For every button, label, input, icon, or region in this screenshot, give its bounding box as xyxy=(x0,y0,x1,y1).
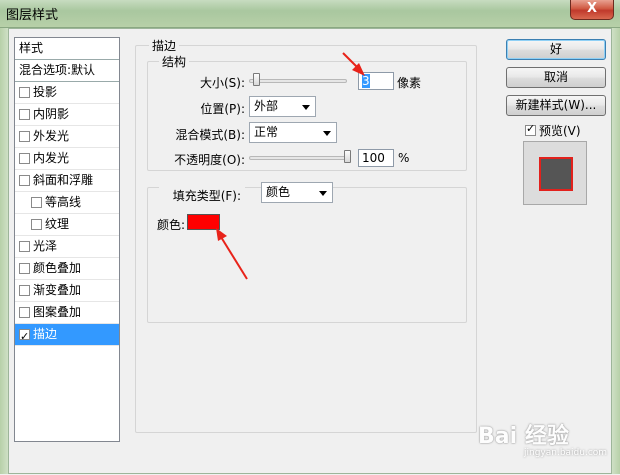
opacity-input[interactable]: 100 xyxy=(358,149,394,167)
style-item-label: 内发光 xyxy=(33,151,70,165)
size-slider-track[interactable] xyxy=(249,79,347,83)
fill-type-value: 颜色 xyxy=(266,185,291,199)
style-item[interactable]: 图案叠加 xyxy=(15,302,119,324)
style-item-label: 等高线 xyxy=(45,195,82,209)
style-item[interactable]: 纹理 xyxy=(15,214,119,236)
cancel-button[interactable]: 取消 xyxy=(506,67,606,88)
style-items: 投影内阴影外发光内发光斜面和浮雕等高线纹理光泽颜色叠加渐变叠加图案叠加描边 xyxy=(15,82,119,347)
style-item-label: 描边 xyxy=(33,327,58,341)
color-label: 颜色: xyxy=(157,218,186,232)
dialog-body: 样式 混合选项:默认 投影内阴影外发光内发光斜面和浮雕等高线纹理光泽颜色叠加渐变… xyxy=(8,28,612,474)
structure-group-title: 结构 xyxy=(159,53,190,70)
blend-mode-value: 正常 xyxy=(254,125,279,139)
style-item-checkbox[interactable] xyxy=(19,87,30,98)
blend-mode-select[interactable]: 正常 xyxy=(249,122,337,143)
close-button[interactable]: X xyxy=(570,0,614,20)
chevron-down-icon xyxy=(302,105,310,110)
style-item[interactable]: 颜色叠加 xyxy=(15,258,119,280)
style-item-label: 渐变叠加 xyxy=(33,283,82,297)
style-item-label: 颜色叠加 xyxy=(33,261,82,275)
style-item-checkbox[interactable] xyxy=(19,109,30,120)
opacity-value: 100 xyxy=(362,151,385,165)
fill-type-label: 填充类型(F): xyxy=(159,187,245,204)
style-item-checkbox[interactable] xyxy=(19,241,30,252)
style-item-checkbox[interactable] xyxy=(31,219,42,230)
window-title: 图层样式 xyxy=(6,8,59,23)
style-item-label: 斜面和浮雕 xyxy=(33,173,94,187)
new-style-button[interactable]: 新建样式(W)... xyxy=(506,95,606,116)
styles-header[interactable]: 样式 xyxy=(15,38,119,60)
style-item-checkbox[interactable] xyxy=(19,153,30,164)
style-item[interactable]: 渐变叠加 xyxy=(15,280,119,302)
style-item-checkbox[interactable] xyxy=(19,285,30,296)
opacity-slider-track[interactable] xyxy=(249,156,347,160)
preview-thumbnail xyxy=(523,141,587,205)
blend-options-default[interactable]: 混合选项:默认 xyxy=(15,60,119,82)
window-frame-left xyxy=(0,28,8,474)
style-item-label: 外发光 xyxy=(33,129,70,143)
style-item-label: 图案叠加 xyxy=(33,305,82,319)
stroke-color-swatch[interactable] xyxy=(187,214,220,230)
size-slider-thumb[interactable] xyxy=(253,73,260,86)
window-frame-right xyxy=(612,28,620,474)
style-item-label: 纹理 xyxy=(45,217,70,231)
position-label: 位置(P): xyxy=(200,102,245,116)
position-value: 外部 xyxy=(254,99,279,113)
opacity-label: 不透明度(O): xyxy=(174,153,245,167)
style-item[interactable]: 投影 xyxy=(15,82,119,104)
style-item[interactable]: 光泽 xyxy=(15,236,119,258)
style-item[interactable]: 斜面和浮雕 xyxy=(15,170,119,192)
watermark-logo: Bai 经验 xyxy=(478,424,569,449)
preview-swatch xyxy=(539,157,573,191)
style-item[interactable]: 外发光 xyxy=(15,126,119,148)
chevron-down-icon xyxy=(319,191,327,196)
style-item-checkbox[interactable] xyxy=(19,326,30,347)
size-unit-label: 像素 xyxy=(397,76,422,90)
size-value: 3 xyxy=(362,74,370,88)
style-item[interactable]: 内阴影 xyxy=(15,104,119,126)
style-item-checkbox[interactable] xyxy=(19,175,30,186)
stroke-group-title: 描边 xyxy=(149,37,180,54)
style-item[interactable]: 等高线 xyxy=(15,192,119,214)
style-item-checkbox[interactable] xyxy=(19,307,30,318)
style-item-label: 内阴影 xyxy=(33,107,70,121)
style-item[interactable]: 描边 xyxy=(15,324,119,347)
style-item-label: 投影 xyxy=(33,85,58,99)
preview-checkbox[interactable] xyxy=(525,122,536,136)
opacity-unit-label: % xyxy=(398,151,410,165)
preview-label: 预览(V) xyxy=(539,124,581,138)
styles-list: 样式 混合选项:默认 投影内阴影外发光内发光斜面和浮雕等高线纹理光泽颜色叠加渐变… xyxy=(14,37,120,442)
style-item-label: 光泽 xyxy=(33,239,58,253)
style-item-checkbox[interactable] xyxy=(19,263,30,274)
style-item[interactable]: 内发光 xyxy=(15,148,119,170)
chevron-down-icon xyxy=(323,131,331,136)
preview-toggle[interactable]: 预览(V) xyxy=(525,122,581,139)
size-label: 大小(S): xyxy=(199,76,245,90)
title-bar: 图层样式 X xyxy=(0,0,620,28)
size-input[interactable]: 3 xyxy=(358,72,394,90)
position-select[interactable]: 外部 xyxy=(249,96,316,117)
watermark-url: jingyan.baidu.com xyxy=(524,448,608,458)
ok-button[interactable]: 好 xyxy=(506,39,606,60)
fill-type-select[interactable]: 颜色 xyxy=(261,182,333,203)
blend-mode-label: 混合模式(B): xyxy=(175,128,245,142)
fill-group xyxy=(147,187,467,323)
opacity-slider-thumb[interactable] xyxy=(344,150,351,163)
style-item-checkbox[interactable] xyxy=(31,197,42,208)
style-item-checkbox[interactable] xyxy=(19,131,30,142)
